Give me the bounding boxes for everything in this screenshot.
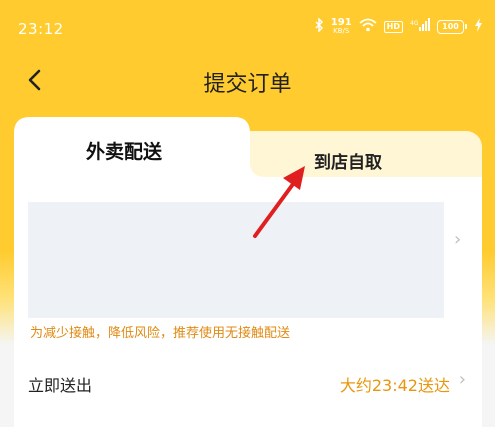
status-bar: 23:12 191 KB/S HD 4G 100	[0, 0, 495, 42]
bluetooth-icon	[315, 17, 324, 36]
address-selector[interactable]	[28, 202, 444, 318]
status-icons: 191 KB/S HD 4G 100	[315, 17, 483, 36]
order-card: 外卖配送 › 为减少接触，降低风险，推荐使用无接触配送 立即送出 大约23:42…	[14, 117, 482, 427]
tab-delivery-label: 外卖配送	[86, 141, 163, 163]
net-speed: 191 KB/S	[330, 16, 352, 36]
delivery-time-label: 立即送出	[28, 376, 93, 395]
charging-icon	[474, 17, 483, 36]
tab-delivery[interactable]: 外卖配送	[14, 117, 250, 177]
chevron-right-icon: ›	[454, 229, 462, 250]
cellular-signal-icon: 4G	[410, 17, 430, 36]
status-time: 23:12	[18, 20, 64, 38]
wifi-icon	[359, 17, 377, 36]
page-title: 提交订单	[203, 72, 292, 97]
net-speed-unit: KB/S	[333, 26, 350, 35]
chevron-right-icon: ›	[458, 369, 466, 390]
contactless-notice: 为减少接触，降低风险，推荐使用无接触配送	[30, 326, 291, 341]
delivery-time-row[interactable]: 立即送出 大约23:42送达 ›	[14, 362, 482, 402]
battery-level: 100	[437, 19, 464, 34]
battery-icon: 100	[437, 19, 467, 34]
svg-text:4G: 4G	[410, 20, 419, 27]
hd-badge: HD	[383, 20, 403, 33]
header-bar: 提交订单	[0, 58, 495, 102]
delivery-eta: 大约23:42送达	[339, 376, 450, 395]
net-speed-value: 191	[330, 16, 352, 28]
